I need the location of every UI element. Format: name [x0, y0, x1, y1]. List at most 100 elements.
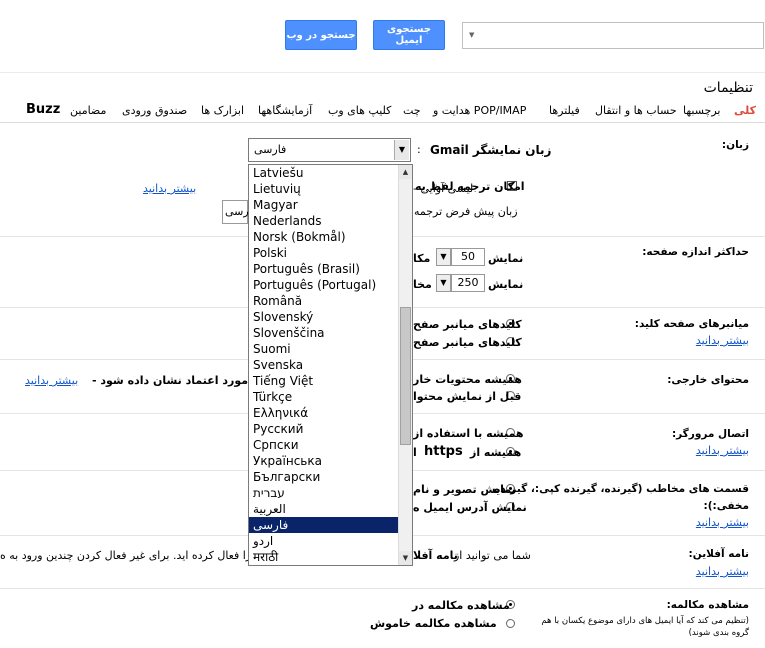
page-size-show-1: نمایش: [488, 252, 524, 265]
tab-themes[interactable]: مضامین: [70, 104, 106, 117]
scroll-down-icon[interactable]: ▼: [399, 551, 412, 565]
external-always-label: همیشه محتویات خار: [413, 373, 522, 386]
connection-always-label: همیشه با استفاده از: [413, 427, 524, 440]
language-option[interactable]: Română: [249, 293, 412, 309]
language-option[interactable]: Suomi: [249, 341, 412, 357]
language-option[interactable]: Português (Brasil): [249, 261, 412, 277]
tab-accounts[interactable]: حساب ها و انتقال: [595, 104, 677, 117]
search-input-dropdown-icon[interactable]: ▼: [469, 31, 474, 39]
tab-general[interactable]: کلی: [734, 104, 756, 117]
language-option[interactable]: Norsk (Bokmål): [249, 229, 412, 245]
page-size-contact-suffix: مخا: [413, 278, 432, 291]
language-option[interactable]: Tiếng Việt: [249, 373, 412, 389]
shortcuts-off-label: کلیدهای میانبر صفح: [413, 336, 522, 349]
translate-text: لیسی آوایی -: [413, 182, 474, 195]
page-size-conv-suffix: مکا: [413, 252, 431, 265]
language-option[interactable]: Slovenský: [249, 309, 412, 325]
language-option[interactable]: Polski: [249, 245, 412, 261]
language-option[interactable]: Slovenščina: [249, 325, 412, 341]
language-option[interactable]: Български: [249, 469, 412, 485]
tab-forwarding[interactable]: هدایت و POP/IMAP: [433, 104, 526, 117]
offline-learn-more-link[interactable]: بیشتر بدانید: [696, 565, 749, 578]
connection-https-prefix: همیشه از: [470, 446, 522, 459]
contacts-per-page-arrow-icon[interactable]: ▼: [436, 274, 451, 292]
translation-language-select[interactable]: رسی: [222, 200, 249, 224]
search-input[interactable]: ▼: [462, 22, 764, 49]
language-option[interactable]: اردو: [249, 533, 412, 549]
language-option[interactable]: Русский: [249, 421, 412, 437]
language-option[interactable]: Latviešu: [249, 165, 412, 181]
contact-fields-label: قسمت های مخاطب (گیرنده، گیرنده کپی:، گیر…: [494, 483, 749, 495]
language-option[interactable]: Ελληνικά: [249, 405, 412, 421]
language-options: Latviešu Lietuvių Magyar Nederlands Norsk (B…: [249, 165, 412, 565]
language-option[interactable]: Lietuvių: [249, 181, 412, 197]
language-label: زبان:: [721, 139, 749, 151]
language-select[interactable]: فارسی ▼: [248, 138, 411, 162]
tab-buzz[interactable]: Buzz: [26, 102, 60, 117]
row-divider-7: [0, 588, 765, 589]
show-picture-label: نمایش تصویر و نام: [413, 483, 516, 496]
tab-labels[interactable]: برچسبها: [683, 104, 721, 117]
scroll-up-icon[interactable]: ▲: [399, 165, 412, 179]
language-option[interactable]: עברית: [249, 485, 412, 501]
page-size-show-2: نمایش: [488, 278, 524, 291]
scrollbar-thumb[interactable]: [400, 307, 411, 445]
browser-connection-learn-more-link[interactable]: بیشتر بدانید: [696, 444, 749, 457]
language-option[interactable]: Svenska: [249, 357, 412, 373]
conversation-off-radio[interactable]: [506, 619, 515, 628]
page-size-label: حداکثر اندازه صفحه:: [642, 246, 749, 258]
language-list-scrollbar[interactable]: ▲ ▼: [398, 165, 412, 565]
shortcuts-learn-more-link[interactable]: بیشتر بدانید: [696, 334, 749, 347]
contact-fields-learn-more-link[interactable]: بیشتر بدانید: [696, 516, 749, 529]
connection-https-label: https: [424, 444, 463, 459]
language-select-arrow-icon[interactable]: ▼: [394, 140, 409, 160]
search-web-button[interactable]: جستجو در وب: [285, 20, 357, 50]
conversations-per-page-arrow-icon[interactable]: ▼: [436, 248, 451, 266]
translate-learn-more-link[interactable]: بیشتر بدانید: [143, 182, 196, 195]
tab-chat[interactable]: چت: [403, 104, 421, 117]
language-option[interactable]: Nederlands: [249, 213, 412, 229]
language-colon: :: [417, 143, 421, 156]
shortcuts-label: میانبرهای صفحه کلید:: [634, 318, 749, 330]
language-option[interactable]: Türkçe: [249, 389, 412, 405]
conversations-per-page-value: 50: [461, 250, 475, 263]
conversations-per-page-select[interactable]: 50: [451, 248, 485, 266]
external-learn-more-link[interactable]: بیشتر بدانید: [25, 374, 78, 387]
language-option[interactable]: Українська: [249, 453, 412, 469]
conversation-off-label: مشاهده مکالمه خاموش: [370, 617, 497, 630]
conversation-view-label: مشاهده مکالمه:: [666, 599, 749, 611]
conversation-view-sublabel: (تنظیم می کند که آیا ایمیل های دارای موض…: [541, 616, 749, 638]
language-select-value: فارسی: [254, 143, 287, 156]
search-mail-button[interactable]: جستجوی ایمیل: [373, 20, 445, 50]
page-title: تنظیمات: [703, 80, 753, 96]
tab-gadgets[interactable]: ابزارک ها: [201, 104, 244, 117]
offline-text-1: شما می توانید از: [454, 549, 531, 562]
language-dropdown-list[interactable]: Latviešu Lietuvių Magyar Nederlands Norsk (B…: [248, 164, 413, 566]
tab-labs[interactable]: آزمایشگاهها: [258, 104, 312, 117]
tab-inbox[interactable]: صندوق ورودی: [122, 104, 187, 117]
language-option[interactable]: Magyar: [249, 197, 412, 213]
language-option[interactable]: Português (Portugal): [249, 277, 412, 293]
connection-https-suffix: ا: [413, 446, 417, 459]
language-option[interactable]: فارسی: [249, 517, 412, 533]
browser-connection-label: اتصال مرورگر:: [671, 428, 749, 440]
language-option[interactable]: العربية: [249, 501, 412, 517]
offline-text-2: ستم را فعال کرده اید. برای غیر فعال کردن…: [0, 549, 275, 562]
external-content-label: محتوای خارجی:: [667, 374, 749, 386]
tabs-divider: [0, 122, 765, 123]
offline-text-bold: نامه آفلا: [413, 549, 458, 562]
contacts-per-page-select[interactable]: 250: [451, 274, 485, 292]
language-display-label: زبان نمایشگر Gmail: [430, 143, 552, 157]
conversation-on-label: مشاهده مکالمه در: [412, 599, 510, 612]
header-divider: [0, 72, 765, 73]
tab-filters[interactable]: فیلترها: [549, 104, 580, 117]
show-address-label: نمایش آدرس ایمیل ه: [413, 501, 527, 514]
external-ask-label: قبل از نمایش محتوا: [413, 390, 522, 403]
language-option[interactable]: Српски: [249, 437, 412, 453]
language-option[interactable]: मराठी: [249, 549, 412, 565]
contact-fields-label-2: مخفی:):: [703, 500, 749, 512]
offline-mail-label: نامه آفلاین:: [688, 548, 749, 560]
contacts-per-page-value: 250: [457, 276, 479, 289]
translation-language-value: رسی: [225, 205, 249, 218]
tab-web-clips[interactable]: کلیپ های وب: [328, 104, 391, 117]
